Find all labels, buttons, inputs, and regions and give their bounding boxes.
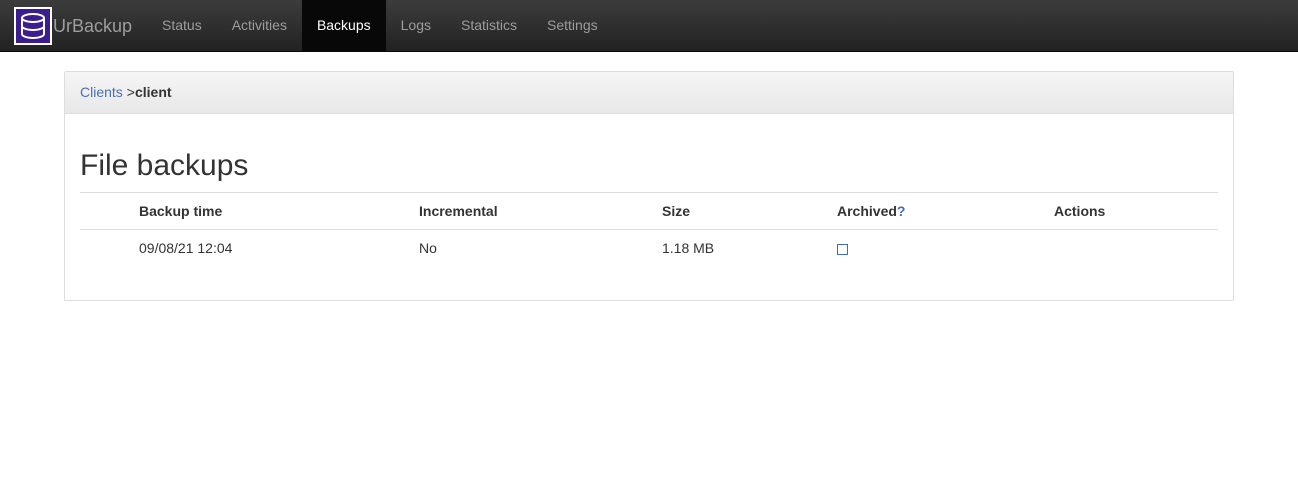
- brand[interactable]: UrBackup: [14, 7, 132, 45]
- column-header-size[interactable]: Size: [662, 193, 837, 230]
- cell-size: 1.18 MB: [662, 240, 715, 257]
- archived-help-link[interactable]: ?: [897, 203, 906, 219]
- row-spacer: [80, 230, 139, 267]
- breadcrumb-current: client: [134, 84, 172, 100]
- nav-item-status[interactable]: Status: [147, 0, 217, 51]
- nav-item-activities[interactable]: Activities: [217, 0, 302, 51]
- archive-checkbox[interactable]: [837, 244, 848, 256]
- column-header-incremental[interactable]: Incremental: [419, 193, 662, 230]
- brand-name: UrBackup: [53, 16, 133, 36]
- top-navbar: UrBackup Status Activities Backups Logs …: [0, 0, 1298, 52]
- column-header-backup-time[interactable]: Backup time: [139, 193, 419, 230]
- table-row[interactable]: 09/08/21 12:04 No 1.18 MB: [80, 230, 1218, 267]
- file-backups-table: Backup time Incremental Size Archived? A…: [80, 192, 1218, 267]
- column-spacer: [80, 193, 139, 230]
- cell-backup-time[interactable]: 09/08/21 12:04: [139, 230, 419, 267]
- panel-body: File backups Backup time Incremental Siz…: [65, 148, 1233, 267]
- column-header-archived: Archived?: [837, 193, 1054, 230]
- breadcrumb-separator: >: [126, 84, 135, 100]
- column-header-actions: Actions: [1054, 203, 1106, 219]
- nav-item-backups[interactable]: Backups: [301, 0, 386, 51]
- cell-actions: [1054, 230, 1218, 267]
- nav-item-statistics[interactable]: Statistics: [446, 0, 532, 51]
- cell-incremental: No: [419, 240, 437, 257]
- breadcrumb-clients-link[interactable]: Clients: [80, 84, 123, 100]
- section-title: File backups: [80, 149, 249, 182]
- nav-item-settings[interactable]: Settings: [532, 0, 613, 51]
- database-icon: [14, 7, 52, 45]
- main-nav: Status Activities Backups Logs Statistic…: [147, 0, 613, 51]
- backups-panel: Clients >client File backups Backup time …: [64, 71, 1234, 301]
- table-header-row: Backup time Incremental Size Archived? A…: [80, 192, 1218, 230]
- nav-item-logs[interactable]: Logs: [386, 0, 446, 51]
- archived-label: Archived: [837, 203, 897, 219]
- breadcrumb: Clients >client: [65, 72, 1233, 114]
- cell-archived: [837, 230, 1054, 267]
